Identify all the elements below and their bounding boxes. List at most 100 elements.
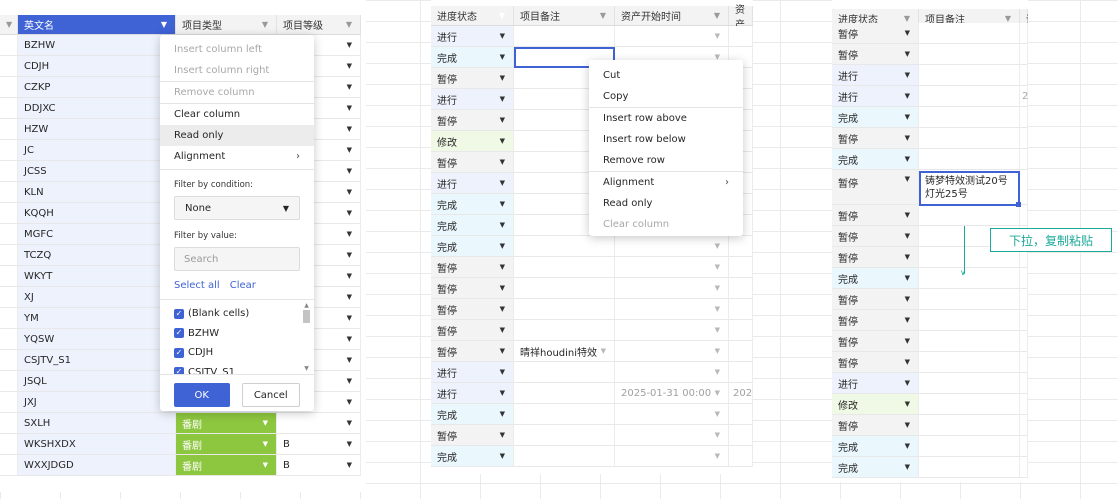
status-cell[interactable]: 进行 ▼ [431,89,514,110]
menu-insert-row-above[interactable]: Insert row above [589,108,743,129]
value-list-item[interactable]: ✓ (Blank cells) [174,304,300,324]
name-cell[interactable]: SXLH [18,413,176,434]
note-cell[interactable] [514,320,615,341]
status-cell[interactable]: 完成 ▼ [832,436,919,457]
checkbox-checked-icon[interactable]: ✓ [174,308,184,319]
name-cell[interactable]: MGFC [18,224,176,245]
name-cell[interactable]: CZKP [18,77,176,98]
name-cell[interactable]: YQSW [18,329,176,350]
menu-cut[interactable]: Cut [589,65,743,86]
note-cell[interactable] [919,310,1020,331]
status-cell[interactable]: 暂停 ▼ [832,205,919,226]
date-cell[interactable]: ▼ [615,320,729,341]
note-cell[interactable] [514,446,615,467]
note-cell[interactable] [514,257,615,278]
name-cell[interactable]: XJ [18,287,176,308]
status-cell[interactable]: 暂停 ▼ [832,289,919,310]
date-cell[interactable]: ▼ [615,299,729,320]
type-cell[interactable]: 番剧 ▼ [176,413,277,434]
name-cell[interactable]: JXJ [18,392,176,413]
status-cell[interactable]: 暂停 ▼ [832,226,919,247]
status-cell[interactable]: 暂停 ▼ [431,320,514,341]
note-cell[interactable] [919,107,1020,128]
menu-clear-column[interactable]: Clear column [160,104,314,125]
date-cell[interactable]: ▼ [615,278,729,299]
menu-copy[interactable]: Copy [589,86,743,107]
status-cell[interactable]: 进行 ▼ [431,26,514,47]
note-cell[interactable] [919,205,1020,226]
name-cell[interactable]: DDJXC [18,98,176,119]
note-cell[interactable] [514,26,615,47]
status-cell[interactable]: 暂停 ▼ [832,128,919,149]
note-cell[interactable] [919,415,1020,436]
checkbox-checked-icon[interactable]: ✓ [174,347,184,358]
status-cell[interactable]: 暂停 ▼ [832,415,919,436]
status-cell[interactable]: 暂停 ▼ [431,425,514,446]
level-cell[interactable]: ▼ [277,413,361,434]
column-header[interactable]: 资产开始时间 ▼ [615,6,729,26]
date-cell[interactable]: ▼ [615,257,729,278]
date-cell[interactable]: ▼ [615,425,729,446]
editing-cell[interactable]: 铸梦特效测试20号 灯光25号 [919,171,1021,207]
scrollbar-thumb[interactable] [303,310,310,323]
menu-alignment[interactable]: Alignment › [589,172,743,193]
note-cell[interactable] [919,457,1020,478]
status-cell[interactable]: 完成 ▼ [832,268,919,289]
status-cell[interactable]: 暂停 ▼ [832,44,919,65]
status-cell[interactable]: 完成 ▼ [431,236,514,257]
note-cell[interactable] [514,383,615,404]
status-cell[interactable]: 暂停 ▼ [431,341,514,362]
level-cell[interactable]: B ▼ [277,455,361,476]
value-list-item[interactable]: ✓ BZHW [174,324,300,344]
name-cell[interactable]: WXXJDGD [18,455,176,476]
note-cell[interactable] [919,352,1020,373]
status-cell[interactable]: 进行 ▼ [431,173,514,194]
filter-search-input[interactable]: Search [174,247,300,271]
note-cell[interactable] [919,373,1020,394]
status-cell[interactable]: 暂停 ▼ [431,278,514,299]
level-cell[interactable]: B ▼ [277,434,361,455]
list-scrollbar[interactable]: ▲ ▼ [303,302,310,372]
note-cell[interactable] [919,65,1020,86]
condition-select[interactable]: None ▼ [174,196,300,220]
date-cell[interactable]: ▼ [615,362,729,383]
checkbox-checked-icon[interactable]: ✓ [174,328,184,339]
note-cell[interactable] [919,436,1020,457]
menu-alignment[interactable]: Alignment › [160,146,314,167]
value-list-item[interactable]: ✓ CDJH [174,343,300,363]
status-cell[interactable]: 暂停 ▼ [832,170,919,205]
status-cell[interactable]: 暂停 ▼ [431,257,514,278]
status-cell[interactable]: 进行 ▼ [431,362,514,383]
date-cell[interactable]: ▼ [615,341,729,362]
status-cell[interactable]: 进行 ▼ [431,383,514,404]
date-cell[interactable]: ▼ [615,404,729,425]
column-header[interactable]: 项目备注 ▼ [514,6,615,26]
date-cell[interactable]: ▼ [615,446,729,467]
type-cell[interactable]: 番剧 ▼ [176,434,277,455]
status-cell[interactable]: 进行 ▼ [832,65,919,86]
status-cell[interactable]: 完成 ▼ [431,404,514,425]
status-cell[interactable]: 修改 ▼ [431,131,514,152]
note-cell[interactable] [514,362,615,383]
status-cell[interactable]: 进行 ▼ [832,373,919,394]
column-header[interactable]: 资产 [729,5,753,31]
note-cell[interactable]: 晴祥houdini特效 ▼ [514,341,615,362]
note-cell[interactable] [919,44,1020,65]
status-cell[interactable]: 暂停 ▼ [832,23,919,44]
note-cell[interactable] [514,404,615,425]
column-header[interactable]: 项目等级 ▼ [277,15,361,35]
date-cell[interactable]: ▼ [615,236,729,257]
menu-read-only[interactable]: Read only [589,193,743,214]
menu-insert-row-below[interactable]: Insert row below [589,129,743,150]
note-cell[interactable] [514,236,615,257]
value-list-item[interactable]: ✓ CSJTV_S1 [174,363,300,374]
name-cell[interactable]: TCZQ [18,245,176,266]
clear-link[interactable]: Clear [230,280,256,291]
column-header[interactable]: 项目类型 ▼ [176,15,277,35]
name-cell[interactable]: HZW [18,119,176,140]
name-cell[interactable]: BZHW [18,35,176,56]
date-cell[interactable]: ▼ [615,26,729,47]
status-cell[interactable]: 暂停 ▼ [832,352,919,373]
type-cell[interactable]: 番剧 ▼ [176,455,277,476]
note-cell[interactable] [919,86,1020,107]
